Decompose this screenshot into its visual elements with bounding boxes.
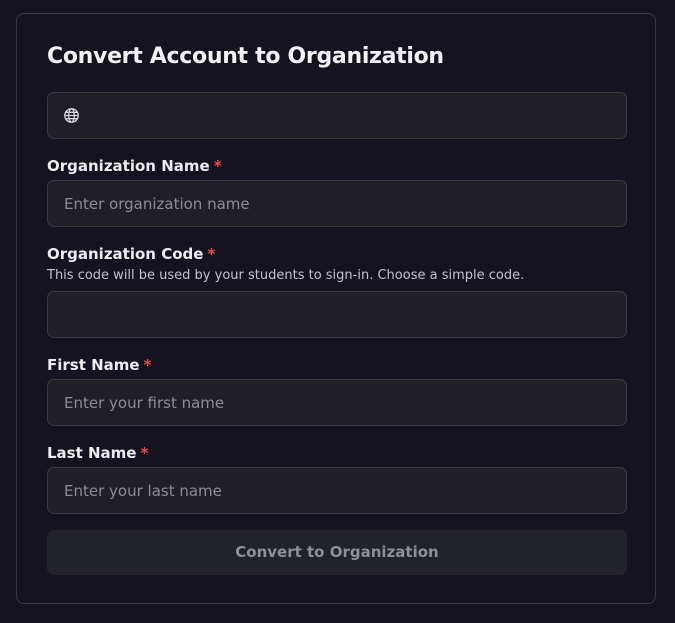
required-marker: *: [207, 245, 216, 263]
org-name-field[interactable]: [47, 180, 627, 227]
page-title: Convert Account to Organization: [47, 44, 444, 69]
first-name-label: First Name *: [47, 356, 152, 374]
last-name-field[interactable]: [47, 467, 627, 514]
org-code-input[interactable]: [48, 292, 626, 337]
required-marker: *: [213, 157, 222, 175]
org-name-label: Organization Name *: [47, 157, 222, 175]
last-name-input[interactable]: [48, 468, 626, 513]
org-code-label: Organization Code *: [47, 245, 216, 263]
required-marker: *: [143, 356, 152, 374]
convert-organization-card: Convert Account to Organization Organiza…: [16, 13, 656, 604]
org-name-input[interactable]: [48, 181, 626, 226]
first-name-input[interactable]: [48, 380, 626, 425]
org-code-field[interactable]: [47, 291, 627, 338]
org-code-hint: This code will be used by your students …: [47, 268, 525, 283]
domain-field[interactable]: [47, 92, 627, 139]
required-marker: *: [140, 444, 149, 462]
first-name-field[interactable]: [47, 379, 627, 426]
convert-to-organization-button[interactable]: Convert to Organization: [47, 530, 627, 575]
last-name-label: Last Name *: [47, 444, 149, 462]
domain-input[interactable]: [48, 93, 626, 138]
